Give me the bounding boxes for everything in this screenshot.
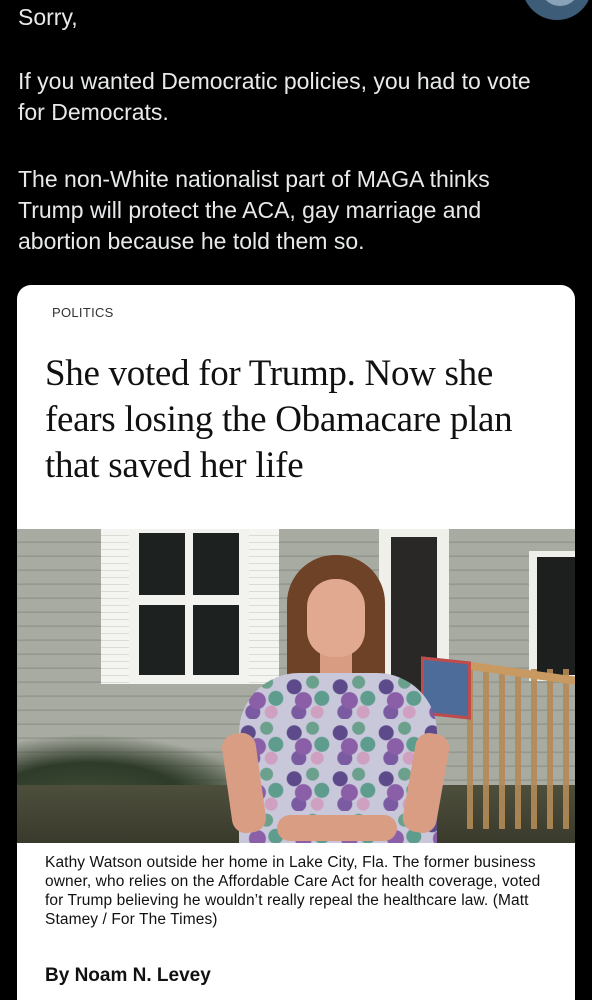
- section-label: POLITICS: [52, 305, 114, 320]
- face: [307, 579, 365, 657]
- tweet-paragraph-3: The non-White nationalist part of MAGA t…: [18, 166, 490, 254]
- window-shutter: [101, 529, 129, 684]
- article-link-card[interactable]: POLITICS She voted for Trump. Now she fe…: [17, 285, 575, 1000]
- porch-stairs: [467, 669, 575, 829]
- tweet-paragraph-2: If you wanted Democratic policies, you h…: [18, 68, 531, 125]
- article-photo[interactable]: [17, 529, 575, 843]
- article-byline: By Noam N. Levey: [45, 965, 211, 986]
- clasped-hands: [277, 815, 397, 841]
- article-headline[interactable]: She voted for Trump. Now she fears losin…: [45, 351, 555, 489]
- avatar-image: [540, 0, 580, 6]
- woman-portrait: [217, 553, 453, 843]
- house-window: [529, 551, 575, 681]
- photo-caption: Kathy Watson outside her home in Lake Ci…: [45, 854, 541, 928]
- tweet-paragraph-1: Sorry,: [18, 4, 78, 30]
- user-avatar[interactable]: [522, 0, 592, 20]
